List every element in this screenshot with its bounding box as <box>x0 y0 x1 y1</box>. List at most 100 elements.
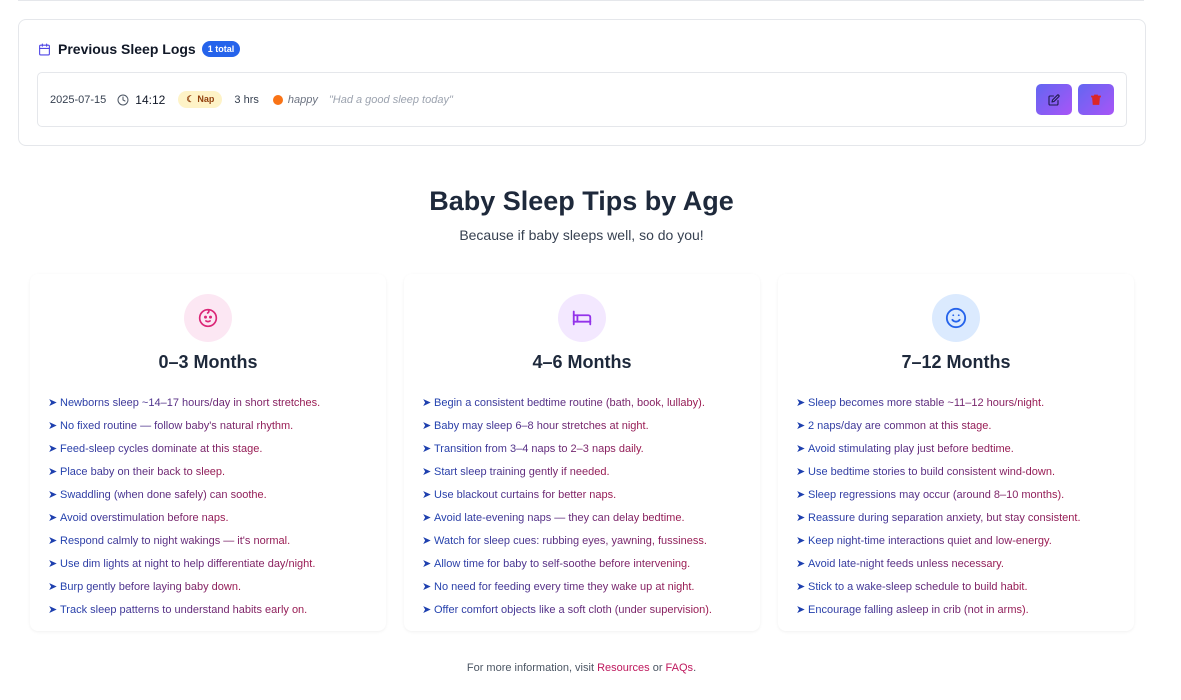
tip-text: Begin a consistent bedtime routine (bath… <box>434 396 705 409</box>
logs-count-badge: 1 total <box>201 41 241 57</box>
tip-item: ➤ Use blackout curtains for better naps. <box>422 483 712 506</box>
tip-list: ➤ Newborns sleep ~14–17 hours/day in shor… <box>48 391 320 621</box>
tip-text: Track sleep patterns to understand habit… <box>60 603 308 616</box>
arrow-right-icon: ➤ <box>796 443 806 455</box>
tip-text: Use dim lights at night to help differen… <box>60 557 316 570</box>
tip-text: Sleep regressions may occur (around 8–10… <box>808 488 1065 501</box>
arrow-right-icon: ➤ <box>796 466 806 478</box>
arrow-right-icon: ➤ <box>48 420 58 432</box>
tip-item: ➤ No fixed routine — follow baby's natura… <box>48 414 320 437</box>
tip-item: ➤ Avoid late-evening naps — they can dela… <box>422 506 712 529</box>
tip-text: Respond calmly to night wakings — it's n… <box>60 534 291 547</box>
tip-text: Avoid overstimulation before naps. <box>60 511 229 524</box>
age-card-title: 0–3 Months <box>158 352 258 372</box>
tip-item: ➤ Keep night-time interactions quiet and … <box>796 529 1081 552</box>
tip-item: ➤ Track sleep patterns to understand habi… <box>48 598 320 621</box>
arrow-right-icon: ➤ <box>422 512 432 524</box>
tip-text: Swaddling (when done safely) can soothe. <box>60 488 267 501</box>
trash-icon <box>1091 94 1101 105</box>
tip-item: ➤ No need for feeding every time they wak… <box>422 575 712 598</box>
tip-item: ➤ Avoid overstimulation before naps. <box>48 506 320 529</box>
arrow-right-icon: ➤ <box>796 535 806 547</box>
tip-item: ➤ Watch for sleep cues: rubbing eyes, yaw… <box>422 529 712 552</box>
sleep-logs-title: Previous Sleep Logs <box>58 41 196 57</box>
log-note: "Had a good sleep today" <box>328 93 453 106</box>
faqs-link[interactable]: FAQs <box>666 662 694 674</box>
footer-prefix: For more information, visit <box>466 662 598 674</box>
arrow-right-icon: ➤ <box>796 420 806 432</box>
tip-text: Encourage falling asleep in crib (not in… <box>808 603 1029 616</box>
arrow-right-icon: ➤ <box>48 604 58 616</box>
arrow-right-icon: ➤ <box>48 489 58 501</box>
baby-face-icon <box>184 294 232 342</box>
age-card-0-3-months: 0–3 Months ➤ Newborns sleep ~14–17 hours/… <box>30 274 386 631</box>
calendar-icon <box>38 43 51 56</box>
tip-item: ➤ Burp gently before laying baby down. <box>48 575 320 598</box>
arrow-right-icon: ➤ <box>796 558 806 570</box>
arrow-right-icon: ➤ <box>422 397 432 409</box>
moon-icon: ☾ <box>186 94 195 104</box>
arrow-right-icon: ➤ <box>48 558 58 570</box>
tip-item: ➤ Avoid late-night feeds unless necessary… <box>796 552 1081 575</box>
tips-title: Baby Sleep Tips by Age <box>429 186 734 216</box>
arrow-right-icon: ➤ <box>422 558 432 570</box>
tip-text: Stick to a wake-sleep schedule to build … <box>808 580 1028 593</box>
smile-icon <box>932 294 980 342</box>
tip-text: Offer comfort objects like a soft cloth … <box>434 603 712 616</box>
age-card-title: 4–6 Months <box>532 352 632 372</box>
tip-item: ➤ Sleep regressions may occur (around 8–1… <box>796 483 1081 506</box>
tip-text: Keep night-time interactions quiet and l… <box>808 534 1052 547</box>
log-duration: 3 hrs <box>234 93 259 106</box>
tip-text: Reassure during separation anxiety, but … <box>808 511 1081 524</box>
resources-link[interactable]: Resources <box>597 662 650 674</box>
tip-text: 2 naps/day are common at this stage. <box>808 419 992 432</box>
sleep-logs-card: Previous Sleep Logs 1 total 2025-07-15 1… <box>18 19 1146 146</box>
tip-text: No fixed routine — follow baby's natural… <box>60 419 294 432</box>
tip-text: Feed-sleep cycles dominate at this stage… <box>60 442 263 455</box>
arrow-right-icon: ➤ <box>422 604 432 616</box>
tip-text: Place baby on their back to sleep. <box>60 465 226 478</box>
tip-text: Avoid late-evening naps — they can delay… <box>434 511 685 524</box>
tip-text: Avoid stimulating play just before bedti… <box>808 442 1014 455</box>
footer-note: For more information, visit Resources or… <box>0 662 1163 674</box>
delete-log-button[interactable] <box>1078 84 1114 115</box>
tip-item: ➤ Baby may sleep 6–8 hour stretches at ni… <box>422 414 712 437</box>
tip-item: ➤ Stick to a wake-sleep schedule to build… <box>796 575 1081 598</box>
tip-text: Burp gently before laying baby down. <box>60 580 242 593</box>
arrow-right-icon: ➤ <box>422 535 432 547</box>
age-card-title: 7–12 Months <box>901 352 1011 372</box>
log-type-badge: ☾ Nap <box>178 91 223 108</box>
tip-text: Use bedtime stories to build consistent … <box>808 465 1056 478</box>
log-type-label: Nap <box>197 94 215 104</box>
tip-text: Allow time for baby to self-soothe befor… <box>434 557 691 570</box>
sleep-log-row: 2025-07-15 14:12 ☾ Nap 3 hrs happy "Had … <box>37 72 1127 127</box>
tip-text: Avoid late-night feeds unless necessary. <box>808 557 1004 570</box>
tip-text: Baby may sleep 6–8 hour stretches at nig… <box>434 419 649 432</box>
log-time: 14:12 <box>135 92 166 107</box>
tip-text: Sleep becomes more stable ~11–12 hours/n… <box>808 396 1045 409</box>
arrow-right-icon: ➤ <box>48 466 58 478</box>
tip-item: ➤ Newborns sleep ~14–17 hours/day in shor… <box>48 391 320 414</box>
tips-subtitle: Because if baby sleeps well, so do you! <box>459 227 704 243</box>
footer-middle: or <box>649 662 666 674</box>
tip-list: ➤ Sleep becomes more stable ~11–12 hours/… <box>796 391 1081 621</box>
tip-text: Start sleep training gently if needed. <box>434 465 610 478</box>
arrow-right-icon: ➤ <box>796 397 806 409</box>
arrow-right-icon: ➤ <box>422 581 432 593</box>
arrow-right-icon: ➤ <box>422 489 432 501</box>
clock-icon <box>117 94 129 106</box>
arrow-right-icon: ➤ <box>48 535 58 547</box>
tip-item: ➤ Use bedtime stories to build consistent… <box>796 460 1081 483</box>
tip-item: ➤ Respond calmly to night wakings — it's … <box>48 529 320 552</box>
tip-item: ➤ Feed-sleep cycles dominate at this stag… <box>48 437 320 460</box>
edit-log-button[interactable] <box>1036 84 1072 115</box>
footer-suffix: . <box>693 662 697 674</box>
tip-item: ➤ Transition from 3–4 naps to 2–3 naps da… <box>422 437 712 460</box>
bed-icon <box>558 294 606 342</box>
tip-item: ➤ Avoid stimulating play just before bedt… <box>796 437 1081 460</box>
top-divider <box>18 0 1144 1</box>
tip-text: Use blackout curtains for better naps. <box>434 488 617 501</box>
sleep-logs-header: Previous Sleep Logs 1 total <box>38 40 241 58</box>
arrow-right-icon: ➤ <box>796 604 806 616</box>
arrow-right-icon: ➤ <box>48 397 58 409</box>
